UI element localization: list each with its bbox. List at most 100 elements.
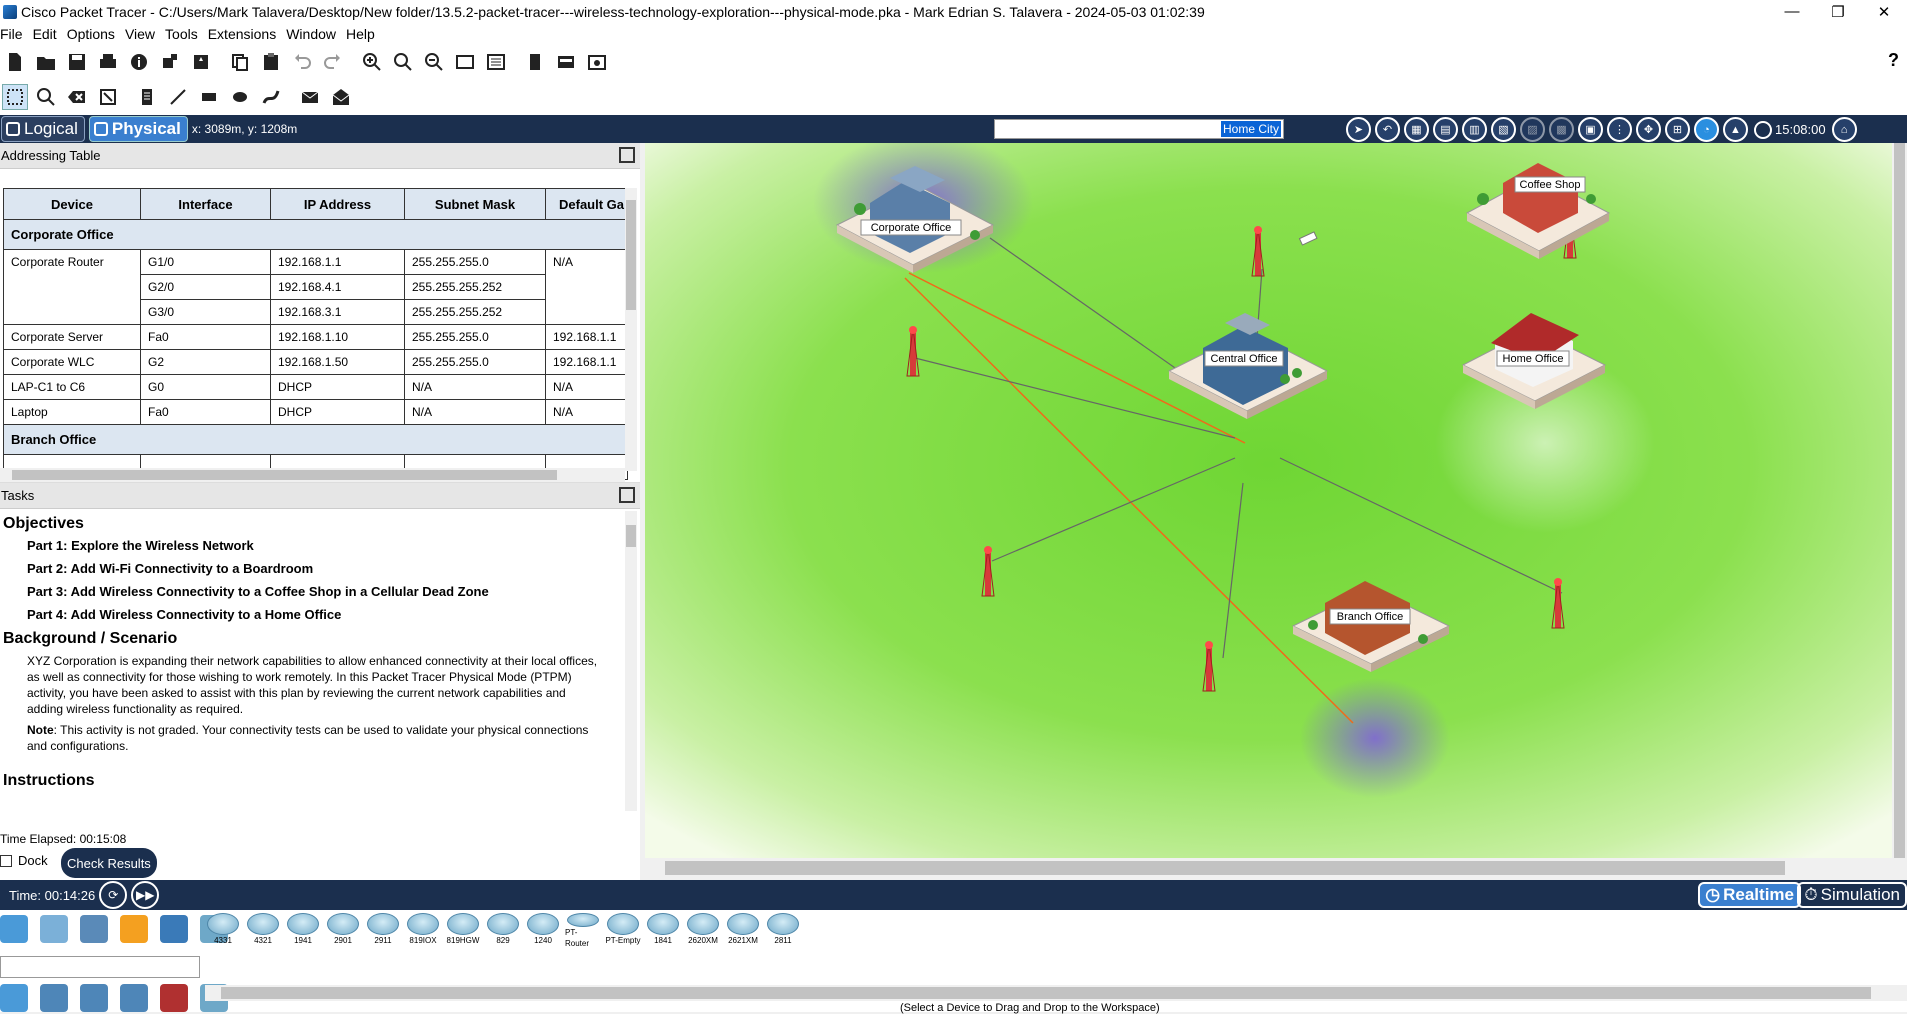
redo-icon[interactable] xyxy=(320,49,346,75)
device-2901[interactable]: 2901 xyxy=(325,913,361,949)
location-path-field[interactable]: Home City xyxy=(994,119,1284,139)
power-cycle-icon[interactable]: ⟳ xyxy=(99,881,128,909)
end-devices-icon[interactable] xyxy=(40,915,68,943)
device-829[interactable]: 829 xyxy=(485,913,521,949)
simple-pdu-icon[interactable] xyxy=(297,84,323,110)
device-1841[interactable]: 1841 xyxy=(645,913,681,949)
table-vertical-scrollbar[interactable] xyxy=(625,188,637,471)
connections-icon[interactable] xyxy=(120,915,148,943)
paste-icon[interactable] xyxy=(258,49,284,75)
zoom-reset-icon[interactable] xyxy=(390,49,416,75)
line-tool-icon[interactable] xyxy=(165,84,191,110)
menu-options[interactable]: Options xyxy=(67,26,123,42)
custom-device-icon[interactable] xyxy=(483,49,509,75)
grid-icon[interactable]: ⋮ xyxy=(1607,117,1632,142)
new-building-icon[interactable]: ▤ xyxy=(1433,117,1458,142)
switches-icon[interactable] xyxy=(40,984,68,1012)
info-icon[interactable] xyxy=(126,49,152,75)
complex-pdu-icon[interactable] xyxy=(328,84,354,110)
background-image-icon[interactable]: ▲ xyxy=(1723,117,1748,142)
rectangle-tool-icon[interactable] xyxy=(196,84,222,110)
device-2911[interactable]: 2911 xyxy=(365,913,401,949)
zoom-in-icon[interactable] xyxy=(359,49,385,75)
print-icon[interactable] xyxy=(95,49,121,75)
menu-window[interactable]: Window xyxy=(286,26,344,42)
pdu-list-icon[interactable] xyxy=(522,49,548,75)
wireless-coverage-icon[interactable]: ◔ xyxy=(1694,117,1719,142)
camera-icon[interactable] xyxy=(584,49,610,75)
activity-wizard-icon[interactable] xyxy=(188,49,214,75)
routers-icon[interactable] xyxy=(0,984,28,1012)
cable-pane-icon[interactable]: ▣ xyxy=(1578,117,1603,142)
menu-file[interactable]: File xyxy=(0,26,31,42)
wireless-devices-icon[interactable] xyxy=(120,984,148,1012)
device-pt-empty[interactable]: PT-Empty xyxy=(605,913,641,949)
new-closet-icon[interactable]: ▥ xyxy=(1462,117,1487,142)
device-palette-scrollbar[interactable] xyxy=(205,985,1907,1001)
move-object-icon[interactable]: ✥ xyxy=(1636,117,1661,142)
menu-view[interactable]: View xyxy=(125,26,163,42)
realtime-mode-button[interactable]: ◷ Realtime xyxy=(1698,882,1801,908)
menu-help[interactable]: Help xyxy=(346,26,383,42)
tab-physical[interactable]: Physical xyxy=(88,116,188,142)
resize-tool-icon[interactable] xyxy=(95,84,121,110)
tile-icon[interactable]: ⊞ xyxy=(1665,117,1690,142)
ipc-icon[interactable] xyxy=(553,49,579,75)
table-horizontal-scrollbar[interactable] xyxy=(0,468,625,482)
new-file-icon[interactable] xyxy=(2,49,28,75)
home-icon[interactable]: ⌂ xyxy=(1831,117,1857,142)
select-tool-icon[interactable] xyxy=(2,84,28,110)
open-folder-icon[interactable] xyxy=(33,49,59,75)
inspect-tool-icon[interactable] xyxy=(33,84,59,110)
check-results-button[interactable]: Check Results xyxy=(61,848,157,878)
network-info-icon[interactable] xyxy=(157,49,183,75)
help-icon[interactable]: ? xyxy=(1888,50,1899,71)
ellipse-tool-icon[interactable] xyxy=(227,84,253,110)
miscellaneous-icon[interactable] xyxy=(160,915,188,943)
note-tool-icon[interactable] xyxy=(134,84,160,110)
security-icon[interactable] xyxy=(160,984,188,1012)
new-city-icon[interactable]: ▦ xyxy=(1404,117,1429,142)
back-icon[interactable]: ↶ xyxy=(1375,117,1400,142)
dock-toggle[interactable]: Dock xyxy=(0,853,48,868)
device-2811[interactable]: 2811 xyxy=(765,913,801,949)
close-button[interactable]: ✕ xyxy=(1861,0,1907,23)
menu-tools[interactable]: Tools xyxy=(165,26,206,42)
city-map[interactable]: Corporate Office Coffee Shop Central Off… xyxy=(645,143,1892,858)
fast-forward-icon[interactable]: ▶▶ xyxy=(131,881,160,909)
dock-checkbox[interactable] xyxy=(0,854,12,867)
minimize-button[interactable]: — xyxy=(1769,0,1815,23)
menu-edit[interactable]: Edit xyxy=(33,26,65,42)
location-home-city[interactable]: Home City xyxy=(1220,121,1281,137)
device-2620xm[interactable]: 2620XM xyxy=(685,913,721,949)
menu-extensions[interactable]: Extensions xyxy=(208,26,284,42)
navigation-icon[interactable]: ➤ xyxy=(1346,117,1371,142)
save-icon[interactable] xyxy=(64,49,90,75)
device-1240[interactable]: 1240 xyxy=(525,913,561,949)
undo-icon[interactable] xyxy=(289,49,315,75)
drawing-palette-icon[interactable] xyxy=(452,49,478,75)
physical-workspace[interactable]: Corporate Office Coffee Shop Central Off… xyxy=(645,143,1892,858)
device-pt-router[interactable]: PT-Router xyxy=(565,913,601,949)
copy-icon[interactable] xyxy=(227,49,253,75)
device-4321[interactable]: 4321 xyxy=(245,913,281,949)
network-devices-icon[interactable] xyxy=(0,915,28,943)
tasks-vertical-scrollbar[interactable] xyxy=(625,511,637,811)
device-819hgw[interactable]: 819HGW xyxy=(445,913,481,949)
workspace-horizontal-scrollbar[interactable] xyxy=(645,858,1892,880)
device-1941[interactable]: 1941 xyxy=(285,913,321,949)
workspace-vertical-scrollbar[interactable] xyxy=(1892,143,1907,883)
device-4331[interactable]: 4331 xyxy=(205,913,241,949)
zoom-out-icon[interactable] xyxy=(421,49,447,75)
hubs-icon[interactable] xyxy=(80,984,108,1012)
device-2621xm[interactable]: 2621XM xyxy=(725,913,761,949)
delete-tool-icon[interactable] xyxy=(64,84,90,110)
restore-button[interactable]: ❐ xyxy=(1815,0,1861,23)
components-icon[interactable] xyxy=(80,915,108,943)
device-819iox[interactable]: 819IOX xyxy=(405,913,441,949)
new-rack-icon[interactable]: ▧ xyxy=(1491,117,1516,142)
restore-panel-icon[interactable] xyxy=(619,147,635,163)
tab-logical[interactable]: Logical xyxy=(1,116,85,142)
freeform-tool-icon[interactable] xyxy=(258,84,284,110)
simulation-mode-button[interactable]: ⏱ Simulation xyxy=(1797,882,1907,908)
